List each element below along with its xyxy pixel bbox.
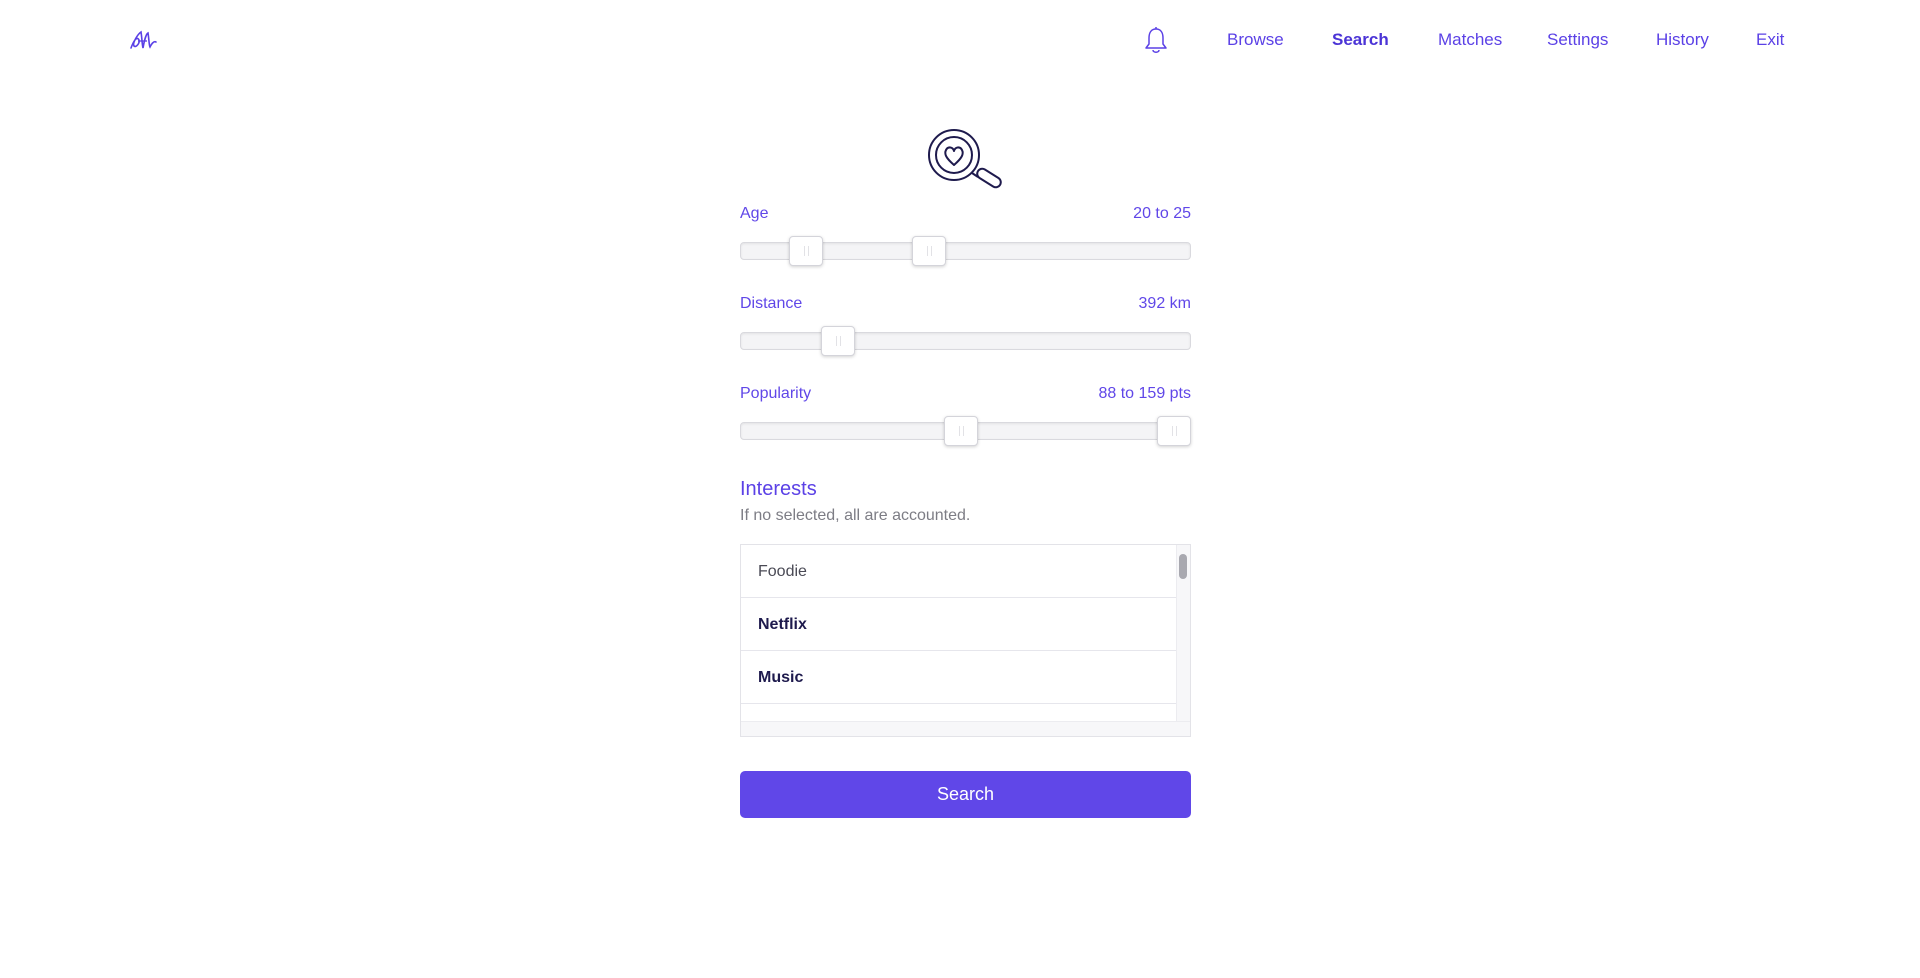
distance-value: 392 km <box>1138 295 1191 312</box>
nav-browse[interactable]: Browse <box>1227 30 1284 50</box>
interest-item-music[interactable]: Music <box>741 651 1177 704</box>
age-max-handle[interactable] <box>912 236 946 266</box>
search-filters-form: Age 20 to 25 Distance 392 km Popularity … <box>740 200 1191 818</box>
popularity-max-handle[interactable] <box>1157 416 1191 446</box>
nav-matches[interactable]: Matches <box>1438 30 1502 50</box>
popularity-min-handle[interactable] <box>944 416 978 446</box>
interests-list[interactable]: Foodie Netflix Music <box>740 544 1191 737</box>
age-value: 20 to 25 <box>1133 205 1191 222</box>
nav-history[interactable]: History <box>1656 30 1709 50</box>
interest-item-netflix[interactable]: Netflix <box>741 598 1177 651</box>
distance-label: Distance <box>740 295 803 312</box>
interests-hint: If no selected, all are accounted. <box>740 507 971 524</box>
distance-filter: Distance 392 km <box>740 290 1191 380</box>
heart-signature-logo-icon[interactable] <box>128 26 158 54</box>
popularity-filter: Popularity 88 to 159 pts <box>740 380 1191 470</box>
search-button[interactable]: Search <box>740 771 1191 818</box>
age-label: Age <box>740 205 769 222</box>
magnifier-heart-icon <box>926 125 1006 189</box>
interests-horizontal-scrollbar[interactable] <box>741 721 1190 736</box>
nav-settings[interactable]: Settings <box>1547 30 1608 50</box>
interests-heading: Interests <box>740 478 817 500</box>
distance-handle[interactable] <box>821 326 855 356</box>
nav-exit[interactable]: Exit <box>1756 30 1784 50</box>
interest-item-foodie[interactable]: Foodie <box>741 545 1177 598</box>
age-min-handle[interactable] <box>789 236 823 266</box>
interests-scroll-thumb[interactable] <box>1179 554 1187 579</box>
interests-vertical-scrollbar[interactable] <box>1176 545 1190 722</box>
nav-search[interactable]: Search <box>1332 30 1389 50</box>
distance-slider-track[interactable] <box>740 332 1191 350</box>
popularity-value: 88 to 159 pts <box>1098 385 1191 402</box>
interest-item-partial[interactable] <box>741 704 1177 722</box>
bell-icon[interactable] <box>1143 26 1169 56</box>
age-filter: Age 20 to 25 <box>740 200 1191 290</box>
top-navbar: Browse Search Matches Settings History E… <box>0 0 1920 80</box>
popularity-label: Popularity <box>740 385 812 402</box>
